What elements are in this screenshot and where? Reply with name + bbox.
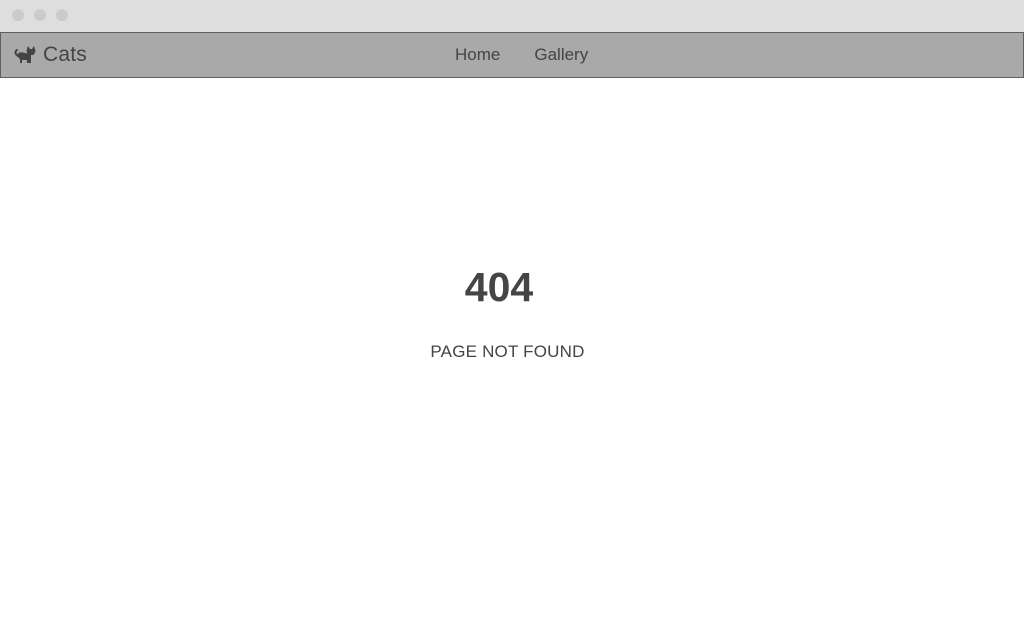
top-navbar: Cats Home Gallery	[0, 32, 1024, 78]
window-maximize-button[interactable]	[56, 9, 68, 21]
error-message: PAGE NOT FOUND	[430, 342, 585, 361]
nav-links: Home Gallery	[455, 33, 588, 77]
error-code-heading: 404	[464, 264, 534, 310]
window-titlebar	[0, 0, 1024, 32]
brand-link[interactable]: Cats	[13, 33, 87, 77]
nav-link-gallery[interactable]: Gallery	[534, 45, 588, 65]
brand-label: Cats	[43, 43, 87, 66]
window-close-button[interactable]	[12, 9, 24, 21]
window-minimize-button[interactable]	[34, 9, 46, 21]
nav-link-home[interactable]: Home	[455, 45, 500, 65]
cat-icon	[13, 43, 37, 67]
